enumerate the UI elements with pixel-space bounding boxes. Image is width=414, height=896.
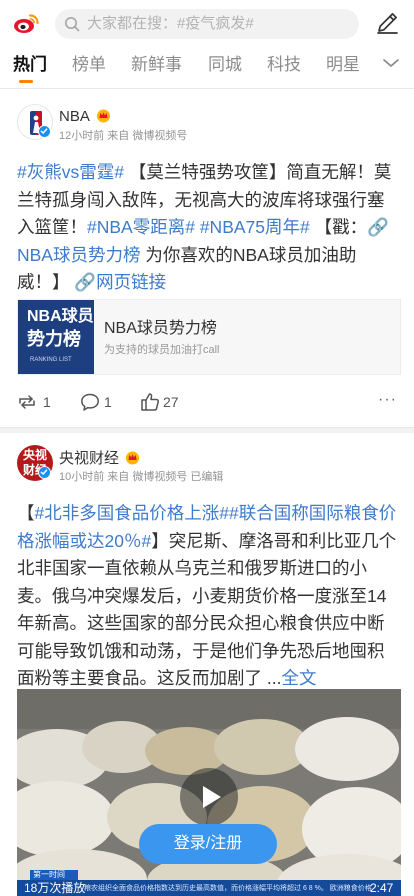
category-tabs: 热门 榜单 新鲜事 同城 科技 明星 xyxy=(0,46,414,88)
hashtag-link[interactable]: #北非多国食品价格上涨# xyxy=(35,503,229,523)
top-bar: 大家都在搜：#疫气疯发# xyxy=(0,0,414,46)
post-meta: 12小时前 来自 微博视频号 xyxy=(59,130,188,142)
link-icon: 🔗 xyxy=(367,217,389,237)
like-icon[interactable] xyxy=(140,391,160,413)
post-meta: 10小时前 来自 微博视频号 已编辑 xyxy=(59,471,224,483)
full-text-link[interactable]: 全文 xyxy=(281,668,316,688)
card-thumb-text: 势力榜 xyxy=(27,329,81,349)
card-subtitle: 为支持的球员加油打call xyxy=(104,344,220,356)
verified-badge-icon xyxy=(38,125,51,138)
comment-icon[interactable] xyxy=(80,391,100,413)
card-title: NBA球员势力榜 xyxy=(104,320,217,337)
repost-icon[interactable] xyxy=(17,391,37,413)
play-icon xyxy=(203,786,221,808)
card-thumb-text: RANKING LIST xyxy=(30,357,72,363)
weibo-logo-icon[interactable] xyxy=(13,12,39,34)
comment-count[interactable]: 1 xyxy=(104,393,112,411)
search-placeholder: 大家都在搜：#疫气疯发# xyxy=(87,15,254,32)
post-gap xyxy=(0,428,414,433)
ranking-link[interactable]: NBA球员势力榜 xyxy=(17,245,140,265)
search-icon xyxy=(65,17,80,32)
card-thumbnail: NBA球员 势力榜 RANKING LIST xyxy=(18,300,94,374)
link-icon: 🔗 xyxy=(74,272,97,292)
verified-badge-icon xyxy=(38,466,51,479)
video-duration: 2:47 xyxy=(370,881,394,895)
video-ticker: 粮农组织全面食品价格指数达到历史最高数值，而价格涨幅平均将超过 6 8 %。 欧… xyxy=(84,885,372,892)
tab-fresh[interactable]: 新鲜事 xyxy=(131,55,182,75)
tab-stars[interactable]: 明星 xyxy=(326,55,360,75)
login-register-button[interactable]: 登录/注册 xyxy=(139,824,277,864)
crown-badge-icon xyxy=(97,109,110,123)
compose-icon[interactable] xyxy=(375,10,400,35)
post-text: #灰熊vs雷霆# 【莫兰特强势攻筐】简直无解！莫兰特孤身闯入敌阵，无视高大的波库… xyxy=(17,162,392,292)
tab-hot[interactable]: 热门 xyxy=(13,55,47,75)
chevron-down-icon[interactable] xyxy=(382,57,400,69)
author-name[interactable]: NBA xyxy=(59,108,90,126)
hashtag-link[interactable]: #NBA零距离# xyxy=(87,217,195,237)
post-text: 【#北非多国食品价格上涨##联合国称国际粮食价格涨幅或达20％#】突尼斯、摩洛哥… xyxy=(17,503,397,688)
tabs-divider xyxy=(0,88,414,89)
web-link[interactable]: 网页链接 xyxy=(96,272,166,292)
more-options-icon[interactable]: ··· xyxy=(378,392,397,408)
tab-local[interactable]: 同城 xyxy=(208,55,242,75)
active-tab-indicator xyxy=(19,80,33,83)
video-banner-text: 第一时间 xyxy=(33,870,65,879)
card-thumb-text: NBA球员 xyxy=(27,308,94,325)
play-button[interactable] xyxy=(180,768,238,826)
link-card[interactable]: NBA球员 势力榜 RANKING LIST NBA球员势力榜 为支持的球员加油… xyxy=(17,299,401,375)
hashtag-link[interactable]: #灰熊vs雷霆# xyxy=(17,162,124,182)
tab-ranking[interactable]: 榜单 xyxy=(72,55,106,75)
tab-tech[interactable]: 科技 xyxy=(267,55,301,75)
crown-badge-icon xyxy=(126,451,139,465)
hashtag-link[interactable]: #NBA75周年# xyxy=(200,217,310,237)
video-view-count: 18万次播放 xyxy=(24,881,86,895)
search-input[interactable]: 大家都在搜：#疫气疯发# xyxy=(55,9,359,39)
author-name[interactable]: 央视财经 xyxy=(59,450,119,468)
repost-count[interactable]: 1 xyxy=(43,393,51,411)
like-count[interactable]: 27 xyxy=(163,393,179,411)
